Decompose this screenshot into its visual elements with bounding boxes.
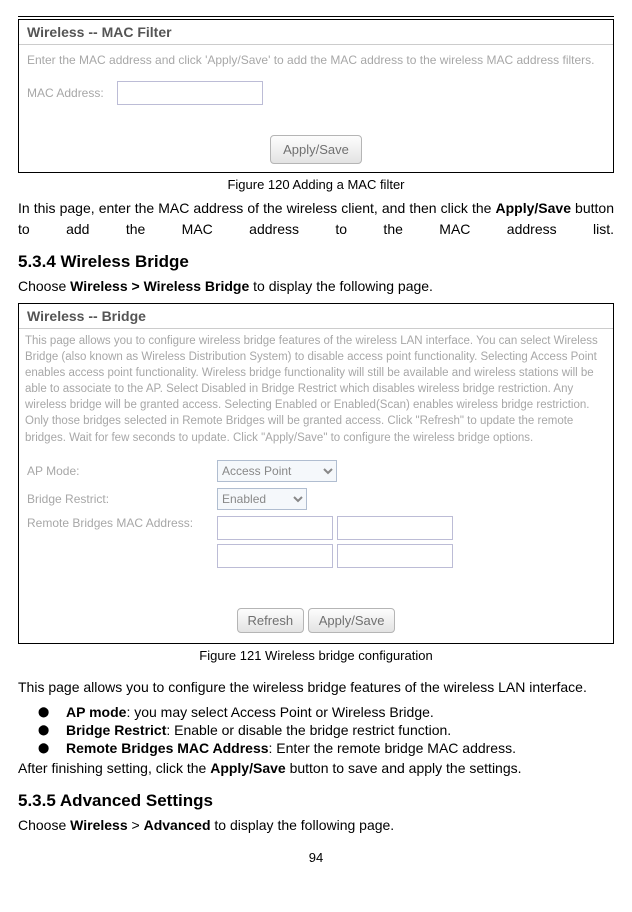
- paragraph-after-setting: After finishing setting, click the Apply…: [18, 758, 614, 779]
- apply-save-inline-2: Apply/Save: [210, 760, 285, 776]
- remote-mac-input-1[interactable]: [217, 516, 333, 540]
- ap-mode-label: AP Mode:: [27, 464, 217, 478]
- ap-mode-select[interactable]: Access Point: [217, 460, 337, 482]
- apply-save-inline-1: Apply/Save: [496, 200, 571, 216]
- figure-120-panel: Wireless -- MAC Filter Enter the MAC add…: [18, 19, 614, 173]
- apply-save-button-fig121[interactable]: Apply/Save: [308, 608, 396, 633]
- bullet-icon: ⬤: [38, 740, 66, 756]
- bullet-remote-bridges: ⬤ Remote Bridges MAC Address: Enter the …: [38, 740, 614, 756]
- figure-120-caption: Figure 120 Adding a MAC filter: [18, 177, 614, 192]
- choose-advanced-text: Choose Wireless > Advanced to display th…: [18, 815, 614, 836]
- refresh-button[interactable]: Refresh: [237, 608, 305, 633]
- panel1-title: Wireless -- MAC Filter: [19, 20, 613, 45]
- panel2-title: Wireless -- Bridge: [19, 304, 613, 329]
- heading-5-3-5: 5.3.5 Advanced Settings: [18, 791, 614, 811]
- panel2-help-text: This page allows you to configure wirele…: [19, 329, 613, 450]
- apply-save-button-fig120[interactable]: Apply/Save: [270, 135, 362, 164]
- remote-mac-input-4[interactable]: [337, 544, 453, 568]
- remote-mac-input-3[interactable]: [217, 544, 333, 568]
- bridge-restrict-label: Bridge Restrict:: [27, 492, 217, 506]
- bullet-icon: ⬤: [38, 722, 66, 738]
- mac-address-input[interactable]: [117, 81, 263, 105]
- mac-address-label: MAC Address:: [27, 86, 117, 100]
- choose-wireless-bridge-text: Choose Wireless > Wireless Bridge to dis…: [18, 276, 614, 297]
- paragraph-mac-filter: In this page, enter the MAC address of t…: [18, 198, 614, 240]
- page-number: 94: [18, 850, 614, 865]
- bullet-ap-mode: ⬤ AP mode: you may select Access Point o…: [38, 704, 614, 720]
- figure-121-panel: Wireless -- Bridge This page allows you …: [18, 303, 614, 644]
- paragraph-bridge-intro: This page allows you to configure the wi…: [18, 677, 614, 698]
- bullet-list: ⬤ AP mode: you may select Access Point o…: [18, 704, 614, 756]
- panel1-instruction: Enter the MAC address and click 'Apply/S…: [27, 53, 605, 67]
- figure-121-caption: Figure 121 Wireless bridge configuration: [18, 648, 614, 663]
- remote-mac-input-2[interactable]: [337, 516, 453, 540]
- bullet-bridge-restrict: ⬤ Bridge Restrict: Enable or disable the…: [38, 722, 614, 738]
- bridge-restrict-select[interactable]: Enabled: [217, 488, 307, 510]
- bullet-icon: ⬤: [38, 704, 66, 720]
- remote-bridges-label: Remote Bridges MAC Address:: [27, 516, 217, 530]
- heading-5-3-4: 5.3.4 Wireless Bridge: [18, 252, 614, 272]
